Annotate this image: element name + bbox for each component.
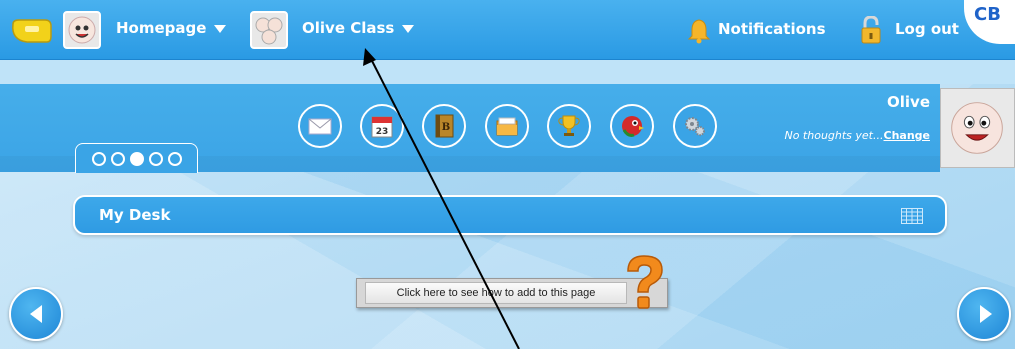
notifications-link[interactable]: Notifications bbox=[718, 20, 826, 38]
homepage-menu[interactable]: Homepage bbox=[116, 19, 227, 37]
book-button[interactable]: B bbox=[422, 104, 466, 148]
whistle-icon[interactable] bbox=[9, 18, 53, 44]
files-button[interactable] bbox=[485, 104, 529, 148]
homepage-label: Homepage bbox=[116, 19, 207, 37]
pager-dot-active[interactable] bbox=[129, 151, 144, 166]
pager-dot[interactable] bbox=[110, 151, 125, 166]
brand-logo[interactable]: CB bbox=[964, 0, 1015, 44]
pager-dot[interactable] bbox=[167, 151, 182, 166]
class-menu[interactable]: Olive Class bbox=[302, 19, 415, 37]
svg-text:B: B bbox=[442, 122, 450, 133]
trophy-icon bbox=[558, 115, 580, 136]
subheader-strip bbox=[0, 60, 1015, 84]
question-mark-icon[interactable] bbox=[620, 253, 668, 311]
class-avatar[interactable] bbox=[250, 11, 288, 49]
my-desk-title: My Desk bbox=[99, 206, 171, 224]
calendar-button[interactable]: 23 bbox=[360, 104, 404, 148]
arrow-right-icon bbox=[980, 305, 992, 323]
logout-link[interactable]: Log out bbox=[895, 20, 959, 38]
page-background: Homepage Olive Class Notifications Log o… bbox=[0, 0, 1015, 349]
chevron-down-icon bbox=[214, 24, 227, 33]
profile-username: Olive bbox=[887, 93, 930, 111]
logo-text: CB bbox=[974, 4, 1001, 25]
top-navigation-bar: Homepage Olive Class Notifications Log o… bbox=[0, 0, 1015, 60]
pager-dot[interactable] bbox=[91, 151, 106, 166]
class-label: Olive Class bbox=[302, 19, 395, 37]
lock-icon[interactable] bbox=[860, 16, 882, 44]
previous-page-button[interactable] bbox=[9, 287, 63, 341]
messages-button[interactable] bbox=[298, 104, 342, 148]
thoughts-text: No thoughts yet... bbox=[784, 129, 884, 142]
svg-text:23: 23 bbox=[376, 127, 389, 137]
pager-dot[interactable] bbox=[148, 151, 163, 166]
help-button[interactable]: Click here to see how to add to this pag… bbox=[365, 282, 627, 304]
profile-thoughts: No thoughts yet...Change bbox=[784, 129, 930, 142]
files-icon bbox=[496, 117, 518, 136]
user-avatar-small[interactable] bbox=[63, 11, 101, 49]
calendar-icon: 23 bbox=[371, 116, 393, 138]
profile-avatar[interactable] bbox=[940, 88, 1015, 168]
arrow-left-icon bbox=[30, 305, 42, 323]
parrot-button[interactable] bbox=[610, 104, 654, 148]
change-thoughts-link[interactable]: Change bbox=[884, 129, 931, 142]
bell-icon[interactable] bbox=[688, 18, 710, 44]
my-desk-bar: My Desk bbox=[73, 195, 947, 235]
mail-icon bbox=[308, 118, 332, 135]
next-page-button[interactable] bbox=[957, 287, 1011, 341]
settings-button[interactable] bbox=[673, 104, 717, 148]
grid-view-icon[interactable] bbox=[901, 208, 923, 224]
book-icon: B bbox=[435, 114, 454, 138]
parrot-icon bbox=[622, 116, 644, 137]
page-pager bbox=[75, 143, 198, 173]
trophy-button[interactable] bbox=[547, 104, 591, 148]
chevron-down-icon bbox=[402, 24, 415, 33]
settings-icon bbox=[685, 117, 705, 136]
